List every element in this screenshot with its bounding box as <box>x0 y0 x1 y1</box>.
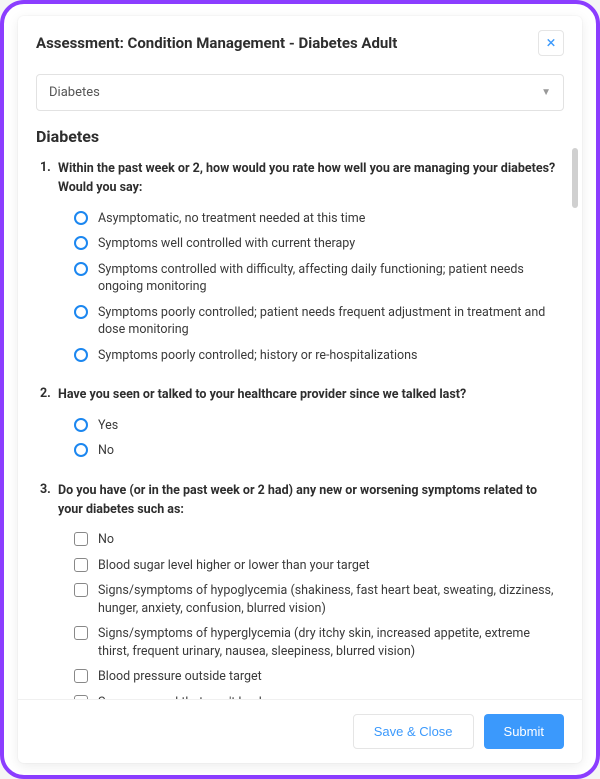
question-text: Within the past week or 2, how would you… <box>58 160 564 198</box>
scrollbar[interactable] <box>572 148 578 208</box>
modal-title: Assessment: Condition Management - Diabe… <box>36 34 397 52</box>
category-dropdown[interactable]: Diabetes ▼ <box>36 74 564 111</box>
option-item: No <box>74 527 564 553</box>
checkbox-input[interactable] <box>74 558 88 572</box>
option-item: Signs/symptoms of hypoglycemia (shakines… <box>74 578 564 621</box>
close-icon: × <box>546 35 555 52</box>
app-frame: Assessment: Condition Management - Diabe… <box>0 0 600 779</box>
question-list: Within the past week or 2, how would you… <box>36 160 564 699</box>
option-item: Blood sugar level higher or lower than y… <box>74 553 564 579</box>
modal-header: Assessment: Condition Management - Diabe… <box>18 16 582 68</box>
option-item: Sore or wound that won't heal <box>74 690 564 699</box>
checkbox-input[interactable] <box>74 695 88 699</box>
option-label: No <box>98 442 114 460</box>
option-label: Blood sugar level higher or lower than y… <box>98 557 370 575</box>
radio-input[interactable] <box>74 262 88 276</box>
radio-input[interactable] <box>74 211 88 225</box>
option-label: Symptoms well controlled with current th… <box>98 235 355 253</box>
close-button[interactable]: × <box>538 30 564 56</box>
option-label: Signs/symptoms of hyperglycemia (dry itc… <box>98 625 564 660</box>
option-list: Asymptomatic, no treatment needed at thi… <box>58 206 564 369</box>
section-title: Diabetes <box>36 127 564 146</box>
submit-button[interactable]: Submit <box>484 714 564 749</box>
option-label: Sore or wound that won't heal <box>98 694 262 699</box>
question-text: Do you have (or in the past week or 2 ha… <box>58 482 564 520</box>
option-item: Signs/symptoms of hyperglycemia (dry itc… <box>74 621 564 664</box>
checkbox-input[interactable] <box>74 669 88 683</box>
radio-input[interactable] <box>74 305 88 319</box>
category-dropdown-row: Diabetes ▼ <box>36 74 564 111</box>
modal-body: Diabetes ▼ Diabetes Within the past week… <box>18 68 582 699</box>
radio-input[interactable] <box>74 348 88 362</box>
option-label: Symptoms poorly controlled; history or r… <box>98 347 418 365</box>
option-item: Symptoms controlled with difficulty, aff… <box>74 257 564 300</box>
option-label: Signs/symptoms of hypoglycemia (shakines… <box>98 582 564 617</box>
chevron-down-icon: ▼ <box>541 87 551 98</box>
option-label: Blood pressure outside target <box>98 668 262 686</box>
option-item: Asymptomatic, no treatment needed at thi… <box>74 206 564 232</box>
option-label: No <box>98 531 114 549</box>
radio-input[interactable] <box>74 443 88 457</box>
option-list: Yes No <box>58 413 564 464</box>
question-item: Do you have (or in the past week or 2 ha… <box>40 482 564 699</box>
checkbox-input[interactable] <box>74 583 88 597</box>
option-item: Symptoms poorly controlled; history or r… <box>74 343 564 369</box>
option-label: Yes <box>98 417 118 435</box>
option-list: No Blood sugar level higher or lower tha… <box>58 527 564 699</box>
option-item: Symptoms well controlled with current th… <box>74 231 564 257</box>
option-label: Symptoms poorly controlled; patient need… <box>98 304 564 339</box>
question-item: Within the past week or 2, how would you… <box>40 160 564 368</box>
checkbox-input[interactable] <box>74 626 88 640</box>
option-label: Symptoms controlled with difficulty, aff… <box>98 261 564 296</box>
option-item: Blood pressure outside target <box>74 664 564 690</box>
checkbox-input[interactable] <box>74 532 88 546</box>
assessment-modal: Assessment: Condition Management - Diabe… <box>18 16 582 763</box>
radio-input[interactable] <box>74 418 88 432</box>
option-item: Yes <box>74 413 564 439</box>
option-item: No <box>74 438 564 464</box>
dropdown-selected-label: Diabetes <box>49 85 100 100</box>
modal-footer: Save & Close Submit <box>18 699 582 763</box>
question-text: Have you seen or talked to your healthca… <box>58 386 564 405</box>
option-item: Symptoms poorly controlled; patient need… <box>74 300 564 343</box>
save-close-button[interactable]: Save & Close <box>353 714 474 749</box>
radio-input[interactable] <box>74 236 88 250</box>
option-label: Asymptomatic, no treatment needed at thi… <box>98 210 365 228</box>
question-item: Have you seen or talked to your healthca… <box>40 386 564 464</box>
